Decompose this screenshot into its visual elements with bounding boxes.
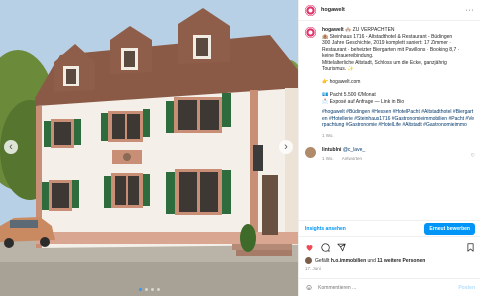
boost-again-button[interactable]: Erneut bewerben [424,222,475,235]
heart-icon[interactable] [305,243,314,252]
next-slide-button[interactable]: › [279,140,293,154]
post-photo[interactable]: ‹ › [0,0,298,296]
previous-slide-button[interactable]: ‹ [4,140,18,154]
slide-dot [157,288,160,291]
reply-button[interactable]: Antworten [342,156,362,161]
comment-icon[interactable] [321,242,330,252]
likes-middle: und [366,257,378,264]
likes-others[interactable]: 11 weitere Personen [377,258,425,264]
slide-indicator [139,288,160,291]
slide-dot [151,288,154,291]
commenter-avatar[interactable] [305,147,316,158]
slide-dot [145,288,148,291]
emoji-icon[interactable]: ☺ [305,283,313,292]
comment-mention[interactable]: @c_lave_ [343,147,365,153]
add-comment-bar: ☺ Posten [299,278,480,296]
caption-time: 1 Wo. [322,132,334,138]
caption-area: hogawelt 🏘️ ZU VERPACHTEN 🏨 Steinhaus 17… [299,22,480,220]
commenter-username[interactable]: lintublni [322,147,341,153]
post-comment-button[interactable]: Posten [458,285,475,291]
comment-item: lintublni @c_lave_ 1 Wo. Antworten ♡ [305,147,475,162]
caption-username[interactable]: hogawelt [322,27,344,33]
hotel-building-image [0,0,298,296]
comment-input[interactable] [318,284,459,291]
liker-username[interactable]: h.o.immobilien [331,258,366,264]
caption-avatar[interactable] [305,27,316,38]
liker-avatar [305,257,312,264]
post-header: hogawelt ··· [299,0,480,21]
likes-summary[interactable]: Gefällt h.o.immobilien und 11 weitere Pe… [305,257,425,264]
more-options-icon[interactable]: ··· [466,7,475,14]
caption-line: 🏘️ ZU VERPACHTEN [345,27,395,33]
comment-time: 1 Wo. [322,155,334,161]
share-icon[interactable] [337,243,346,252]
caption-hashtags[interactable]: #hogawelt #Büdingen #Hessen #HotelPacht … [322,109,475,129]
insights-bar: Insights ansehen Erneut bewerben [299,220,480,237]
post-date: 17. Juni [305,266,321,271]
profile-avatar[interactable] [305,4,316,16]
post-sidebar: hogawelt ··· hogawelt 🏘️ ZU VERPACHTEN 🏨… [298,0,480,296]
slide-dot [139,288,142,291]
comment-like-icon[interactable]: ♡ [471,153,475,162]
bookmark-icon[interactable] [466,242,475,252]
view-insights-link[interactable]: Insights ansehen [305,226,346,232]
header-username[interactable]: hogawelt [321,7,345,13]
post-actions [299,241,480,253]
likes-prefix: Gefällt [315,257,331,264]
